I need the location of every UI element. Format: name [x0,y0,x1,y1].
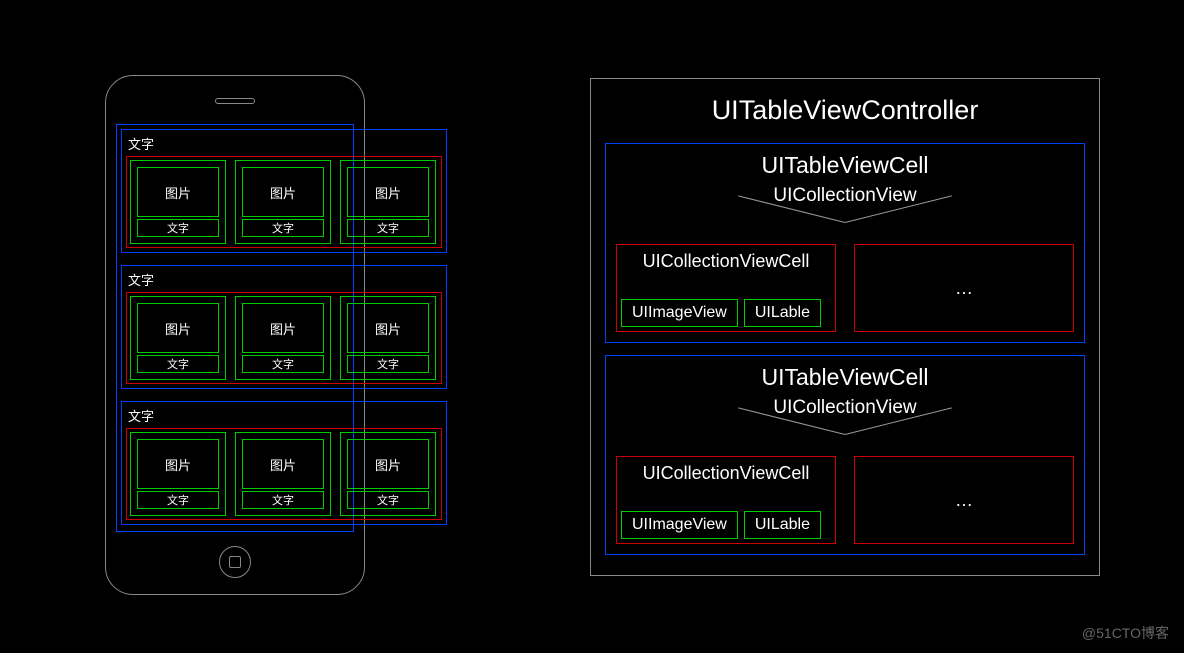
collection-cell: 图片 文字 [130,160,226,244]
tableview-cell: 文字 图片 文字 图片 文字 图片 文字 [121,129,447,253]
collection-cell: 图片 文字 [235,432,331,516]
collection-view-label: UICollectionView [606,397,1084,419]
text-label: 文字 [137,219,219,237]
branch-lines-icon [735,222,955,242]
section-title: 文字 [128,406,154,425]
image-placeholder: 图片 [137,303,219,353]
collection-view-cell-label: UICollectionViewCell [617,251,835,272]
text-label: 文字 [137,355,219,373]
image-placeholder: 图片 [347,167,429,217]
image-placeholder: 图片 [347,303,429,353]
image-placeholder: 图片 [242,167,324,217]
section-title: 文字 [128,270,154,289]
image-placeholder: 图片 [137,439,219,489]
image-placeholder: 图片 [347,439,429,489]
branch-lines-icon [735,434,955,454]
subview-row: UIImageView UILable [621,299,831,327]
text-label: 文字 [347,219,429,237]
tableview-cell-box: UITableViewCell UICollectionView UIColle… [605,143,1085,343]
uiimageview-box: UIImageView [621,511,738,539]
tableview-cell: 文字 图片 文字 图片 文字 图片 文字 [121,265,447,389]
text-label: 文字 [242,355,324,373]
phone-frame: 文字 图片 文字 图片 文字 图片 文字 文字 图 [105,75,365,595]
collection-view-label: UICollectionView [606,185,1084,207]
speaker-icon [215,98,255,104]
collection-view-cell-box: UICollectionViewCell UIImageView UILable [616,456,836,544]
home-button-icon [219,546,251,578]
collection-cell: 图片 文字 [130,432,226,516]
collection-view: 图片 文字 图片 文字 图片 文字 [126,156,442,248]
uitableview-screen: 文字 图片 文字 图片 文字 图片 文字 文字 图 [116,124,354,532]
controller-title: UITableViewController [591,95,1099,126]
image-placeholder: 图片 [242,439,324,489]
tableview-cell-label: UITableViewCell [606,152,1084,179]
uilabel-box: UILable [744,299,821,327]
watermark: @51CTO博客 [1082,623,1169,643]
image-placeholder: 图片 [242,303,324,353]
collection-cell: 图片 文字 [235,160,331,244]
tableview-cell: 文字 图片 文字 图片 文字 图片 文字 [121,401,447,525]
collection-view: 图片 文字 图片 文字 图片 文字 [126,428,442,520]
text-label: 文字 [242,219,324,237]
uiimageview-box: UIImageView [621,299,738,327]
collection-cell: 图片 文字 [130,296,226,380]
collection-cell: 图片 文字 [340,432,436,516]
text-label: 文字 [347,355,429,373]
image-placeholder: 图片 [137,167,219,217]
text-label: 文字 [347,491,429,509]
uilabel-box: UILable [744,511,821,539]
class-hierarchy-panel: UITableViewController UITableViewCell UI… [590,78,1100,576]
text-label: 文字 [137,491,219,509]
collection-cell: 图片 文字 [340,296,436,380]
tableview-cell-box: UITableViewCell UICollectionView UIColle… [605,355,1085,555]
ellipsis-cell-box: … [854,456,1074,544]
subview-row: UIImageView UILable [621,511,831,539]
collection-view-cell-label: UICollectionViewCell [617,463,835,484]
collection-cell: 图片 文字 [235,296,331,380]
tableview-cell-label: UITableViewCell [606,364,1084,391]
collection-view-cell-box: UICollectionViewCell UIImageView UILable [616,244,836,332]
collection-cell: 图片 文字 [340,160,436,244]
section-title: 文字 [128,134,154,153]
collection-view: 图片 文字 图片 文字 图片 文字 [126,292,442,384]
text-label: 文字 [242,491,324,509]
ellipsis-cell-box: … [854,244,1074,332]
